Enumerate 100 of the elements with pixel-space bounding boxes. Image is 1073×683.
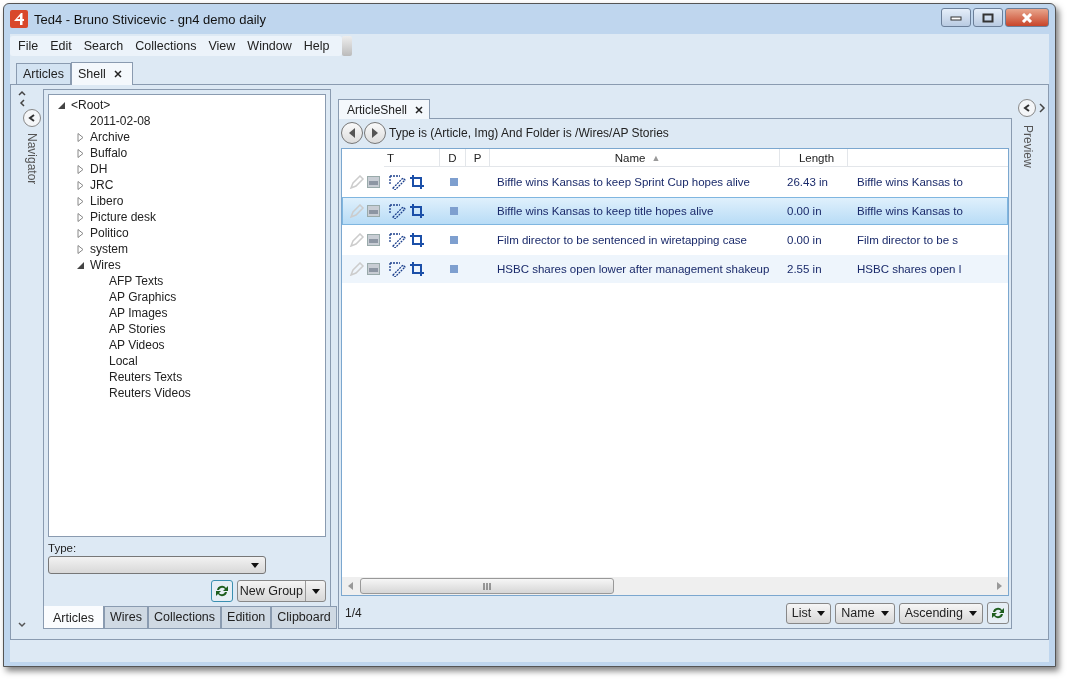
chevron-left-icon xyxy=(1023,104,1031,112)
collapse-panel-button[interactable] xyxy=(1018,99,1036,117)
column-header[interactable]: T xyxy=(384,149,440,167)
tree-item[interactable]: AP Stories xyxy=(109,322,166,336)
table-cell: HSBC shares open lower after management shakeup xyxy=(497,263,770,275)
tree-item[interactable]: <Root> xyxy=(71,98,111,112)
navigator-tab[interactable]: Articles xyxy=(43,606,104,629)
image-icon xyxy=(367,176,380,188)
tree-item[interactable]: Wires xyxy=(90,258,121,272)
table-cell: Film director to be sentenced in wiretapping case xyxy=(497,234,747,246)
collapsed-triangle-icon[interactable] xyxy=(76,148,85,158)
chevron-right-icon[interactable] xyxy=(1038,103,1046,113)
scroll-left-icon[interactable] xyxy=(348,582,354,590)
tree-item[interactable]: Libero xyxy=(90,194,124,208)
refresh-button[interactable] xyxy=(210,580,233,602)
close-button[interactable] xyxy=(1005,8,1049,27)
menu-item[interactable]: Help xyxy=(299,39,338,53)
shell-tab[interactable]: ArticleShell xyxy=(338,99,431,119)
tree-item[interactable]: AFP Texts xyxy=(109,274,164,288)
pen-icon xyxy=(349,204,365,218)
tree-item[interactable]: 2011-02-08 xyxy=(90,114,151,128)
column-header[interactable]: Name ▲ xyxy=(490,149,780,167)
collapsed-triangle-icon[interactable] xyxy=(76,164,85,174)
column-header[interactable]: Length xyxy=(780,149,848,167)
table-row[interactable]: Film director to be sentenced in wiretapping case 0.00 in Film director to be s xyxy=(342,226,1008,254)
scroll-right-icon[interactable] xyxy=(996,582,1002,590)
menu-item[interactable]: Edit xyxy=(46,39,80,53)
table-row[interactable]: Biffle wins Kansas to keep Sprint Cup hopes alive 26.43 in Biffle wins Kansas to xyxy=(342,168,1008,196)
chevron-down-icon[interactable] xyxy=(17,621,27,629)
table-cell: Biffle wins Kansas to keep title hopes alive xyxy=(497,205,714,217)
tree-item[interactable]: Politico xyxy=(90,226,129,240)
collapsed-triangle-icon[interactable] xyxy=(76,228,85,238)
tree-item[interactable]: Buffalo xyxy=(90,146,128,160)
maximize-button[interactable] xyxy=(973,8,1003,27)
tree-item[interactable]: AP Images xyxy=(109,306,168,320)
preview-label[interactable]: Preview xyxy=(1021,125,1035,168)
tree-item[interactable]: Local xyxy=(109,354,138,368)
expanded-triangle-icon[interactable] xyxy=(76,260,85,270)
collapsed-triangle-icon[interactable] xyxy=(76,212,85,222)
scrollbar-thumb[interactable] xyxy=(360,578,614,594)
table-cell: Biffle wins Kansas to xyxy=(857,176,963,188)
navigator-tab[interactable]: Wires xyxy=(104,606,148,629)
table-row[interactable]: Biffle wins Kansas to keep title hopes alive 0.00 in Biffle wins Kansas to xyxy=(342,197,1008,225)
tree-item[interactable]: Reuters Texts xyxy=(109,370,183,384)
tree-item[interactable]: AP Videos xyxy=(109,338,165,352)
tree-item[interactable]: system xyxy=(90,242,128,256)
column-header[interactable]: P xyxy=(466,149,490,167)
back-button[interactable] xyxy=(341,122,363,144)
column-header[interactable]: D xyxy=(440,149,466,167)
table-cell: 2.55 in xyxy=(787,263,822,275)
refresh-icon xyxy=(213,583,230,599)
horizontal-scrollbar[interactable] xyxy=(342,577,1008,595)
refresh-button[interactable] xyxy=(987,602,1009,624)
refresh-icon xyxy=(990,605,1006,621)
menu-item[interactable]: Collections xyxy=(131,39,205,53)
caret-icon xyxy=(969,610,977,616)
crop-icon xyxy=(410,204,424,218)
collapsed-triangle-icon[interactable] xyxy=(76,180,85,190)
collapsed-triangle-icon[interactable] xyxy=(76,132,85,142)
menu-item[interactable]: File xyxy=(14,39,47,53)
collapsed-triangle-icon[interactable] xyxy=(76,244,85,254)
dropdown[interactable]: Name xyxy=(835,602,895,624)
minimize-icon xyxy=(950,14,962,21)
caret-icon xyxy=(311,588,320,594)
dropdown[interactable]: Ascending xyxy=(898,602,983,624)
caret-icon xyxy=(880,610,889,616)
navigator-tab[interactable]: Clipboard xyxy=(271,606,337,629)
tree-item[interactable]: JRC xyxy=(90,178,114,192)
edit-icon xyxy=(388,174,406,190)
menu-item[interactable]: View xyxy=(204,39,244,53)
pen-icon xyxy=(349,175,365,189)
collapse-arrows-icon[interactable] xyxy=(17,89,27,109)
tree-item[interactable]: Reuters Videos xyxy=(109,386,191,400)
navigator-label[interactable]: Navigator xyxy=(25,133,39,185)
expanded-triangle-icon[interactable] xyxy=(57,100,66,110)
tree-item[interactable]: Archive xyxy=(90,130,130,144)
menu-item[interactable]: Search xyxy=(79,39,132,53)
navigator-tab[interactable]: Edition xyxy=(221,606,272,629)
grip-icon xyxy=(483,582,491,590)
image-icon xyxy=(367,263,380,275)
dropdown[interactable]: List xyxy=(785,602,832,624)
back-icon xyxy=(348,128,356,138)
tree-item[interactable]: Picture desk xyxy=(90,210,157,224)
collapsed-triangle-icon[interactable] xyxy=(76,196,85,206)
document-tab[interactable]: Articles xyxy=(16,63,71,84)
collapse-panel-button[interactable] xyxy=(23,109,41,127)
document-tab[interactable]: Shell xyxy=(71,62,133,85)
status-square-icon xyxy=(450,178,458,186)
close-icon[interactable] xyxy=(415,106,424,114)
type-dropdown[interactable] xyxy=(48,556,266,574)
menu-item[interactable]: Window xyxy=(243,39,300,53)
forward-button[interactable] xyxy=(364,122,386,144)
sort-arrow: ▲ xyxy=(651,152,661,163)
close-icon[interactable] xyxy=(113,70,122,78)
table-cell: Film director to be s xyxy=(857,234,958,246)
caret-icon xyxy=(251,562,259,568)
tree-item[interactable]: AP Graphics xyxy=(109,290,177,304)
table-row[interactable]: HSBC shares open lower after management shakeup 2.55 in HSBC shares open l xyxy=(342,255,1008,283)
tree-item[interactable]: DH xyxy=(90,162,108,176)
navigator-tab[interactable]: Collections xyxy=(147,606,222,629)
